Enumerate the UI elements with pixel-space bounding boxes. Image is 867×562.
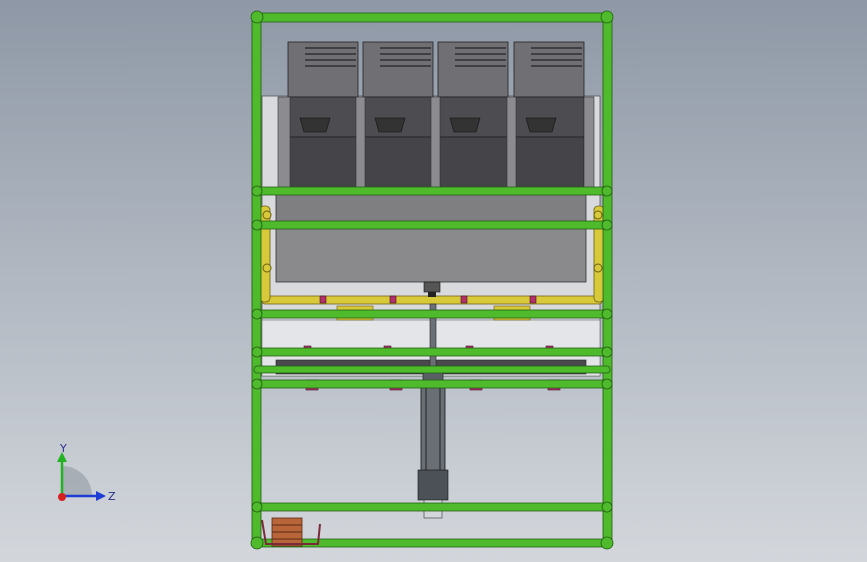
triad-plane bbox=[62, 466, 92, 496]
orientation-triad[interactable]: Y Z bbox=[40, 438, 130, 518]
graphics-viewport[interactable]: Y Z bbox=[0, 0, 867, 562]
gripper-module-3[interactable] bbox=[430, 41, 509, 194]
gripper-module-4[interactable] bbox=[506, 41, 595, 194]
assembly-model[interactable] bbox=[0, 0, 867, 562]
z-axis-arrowhead bbox=[96, 491, 106, 501]
gripper-module-2[interactable] bbox=[355, 41, 434, 194]
y-axis-label: Y bbox=[59, 442, 67, 455]
z-axis-label: Z bbox=[108, 490, 116, 503]
x-axis-dot bbox=[58, 493, 66, 501]
gripper-module-1[interactable] bbox=[277, 41, 359, 194]
mounting-plate-lower[interactable] bbox=[275, 225, 587, 283]
